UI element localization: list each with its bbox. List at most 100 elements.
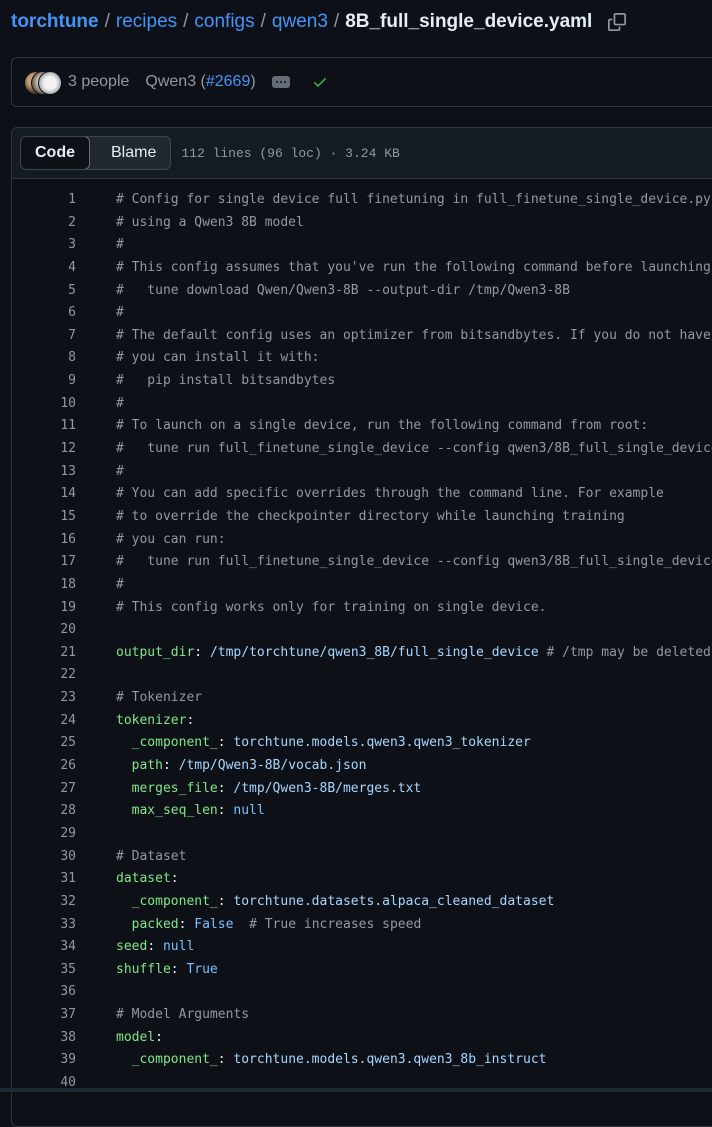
- code-line: 8# you can install it with:: [12, 347, 712, 370]
- line-number[interactable]: 24: [12, 710, 116, 733]
- line-content: # pip install bitsandbytes: [116, 370, 335, 393]
- line-content: # tune download Qwen/Qwen3-8B --output-d…: [116, 280, 570, 303]
- breadcrumb-qwen3-link[interactable]: qwen3: [272, 11, 328, 33]
- code-line: 19# This config works only for training …: [12, 597, 712, 620]
- line-number[interactable]: 35: [12, 959, 116, 982]
- contributor-avatars[interactable]: [24, 70, 60, 94]
- line-number[interactable]: 34: [12, 936, 116, 959]
- line-number[interactable]: 4: [12, 257, 116, 280]
- line-content: packed: False # True increases speed: [116, 914, 421, 937]
- line-number[interactable]: 9: [12, 370, 116, 393]
- line-number[interactable]: 31: [12, 868, 116, 891]
- line-number[interactable]: 23: [12, 687, 116, 710]
- line-number[interactable]: 6: [12, 302, 116, 325]
- line-number[interactable]: 14: [12, 483, 116, 506]
- code-token: :: [147, 939, 163, 954]
- line-content: _component_: torchtune.datasets.alpaca_c…: [116, 891, 554, 914]
- code-token: :: [218, 803, 234, 818]
- line-number[interactable]: 22: [12, 664, 116, 687]
- line-number[interactable]: 32: [12, 891, 116, 914]
- code-line: 24tokenizer:: [12, 710, 712, 733]
- expand-commit-button[interactable]: [272, 76, 290, 88]
- line-content: #: [116, 393, 124, 416]
- code-line: 35shuffle: True: [12, 959, 712, 982]
- line-number[interactable]: 36: [12, 981, 116, 1004]
- line-content: model:: [116, 1027, 163, 1050]
- check-status-icon[interactable]: [312, 74, 328, 90]
- line-number[interactable]: 26: [12, 755, 116, 778]
- code-token: [116, 1052, 132, 1067]
- code-token: True: [186, 962, 217, 977]
- line-number[interactable]: 33: [12, 914, 116, 937]
- code-line: 20: [12, 619, 712, 642]
- code-token: :: [155, 1030, 163, 1045]
- line-number[interactable]: 5: [12, 280, 116, 303]
- line-content: # you can install it with:: [116, 347, 320, 370]
- code-token: path: [132, 758, 163, 773]
- line-number[interactable]: 29: [12, 823, 116, 846]
- line-number[interactable]: 13: [12, 461, 116, 484]
- line-content: # Tokenizer: [116, 687, 202, 710]
- line-number[interactable]: 20: [12, 619, 116, 642]
- line-number[interactable]: 37: [12, 1004, 116, 1027]
- breadcrumb-recipes-link[interactable]: recipes: [116, 11, 177, 33]
- line-number[interactable]: 10: [12, 393, 116, 416]
- line-number[interactable]: 12: [12, 438, 116, 461]
- line-number[interactable]: 39: [12, 1049, 116, 1072]
- line-number[interactable]: 2: [12, 212, 116, 235]
- code-view[interactable]: 1# Config for single device full finetun…: [12, 179, 712, 1095]
- line-number[interactable]: 1: [12, 189, 116, 212]
- pull-request-link[interactable]: #2669: [206, 73, 251, 90]
- line-number[interactable]: 8: [12, 347, 116, 370]
- dot-icon: [280, 81, 282, 83]
- code-line: 30# Dataset: [12, 846, 712, 869]
- copy-path-button[interactable]: [608, 13, 626, 31]
- line-number[interactable]: 27: [12, 778, 116, 801]
- code-token: # tune download Qwen/Qwen3-8B --output-d…: [116, 283, 570, 298]
- code-line: 34seed: null: [12, 936, 712, 959]
- line-number[interactable]: 25: [12, 732, 116, 755]
- line-number[interactable]: 18: [12, 574, 116, 597]
- tab-blame[interactable]: Blame: [89, 137, 170, 169]
- line-content: _component_: torchtune.models.qwen3.qwen…: [116, 732, 531, 755]
- code-line: 32 _component_: torchtune.datasets.alpac…: [12, 891, 712, 914]
- line-number[interactable]: 11: [12, 415, 116, 438]
- breadcrumb-configs-link[interactable]: configs: [194, 11, 254, 33]
- breadcrumb-repo-link[interactable]: torchtune: [11, 11, 99, 33]
- line-number[interactable]: 16: [12, 529, 116, 552]
- contributors-count[interactable]: 3 people: [68, 73, 129, 91]
- code-token: :: [171, 871, 179, 886]
- code-token: [116, 735, 132, 750]
- file-header: Code Blame 112 lines (96 loc) · 3.24 KB: [12, 128, 712, 179]
- line-number[interactable]: 3: [12, 234, 116, 257]
- line-number[interactable]: 21: [12, 642, 116, 665]
- line-number[interactable]: 15: [12, 506, 116, 529]
- code-line: 10#: [12, 393, 712, 416]
- code-line: 31dataset:: [12, 868, 712, 891]
- code-line: 26 path: /tmp/Qwen3-8B/vocab.json: [12, 755, 712, 778]
- line-number[interactable]: 17: [12, 551, 116, 574]
- code-token: /tmp/Qwen3-8B/vocab.json: [179, 758, 367, 773]
- code-line: 25 _component_: torchtune.models.qwen3.q…: [12, 732, 712, 755]
- line-number[interactable]: 19: [12, 597, 116, 620]
- line-content: merges_file: /tmp/Qwen3-8B/merges.txt: [116, 778, 421, 801]
- line-number[interactable]: 7: [12, 325, 116, 348]
- line-content: path: /tmp/Qwen3-8B/vocab.json: [116, 755, 366, 778]
- code-token: _component_: [132, 1052, 218, 1067]
- line-number[interactable]: 30: [12, 846, 116, 869]
- code-token: packed: [132, 917, 179, 932]
- taskbar-strip: [0, 1088, 712, 1092]
- line-content: #: [116, 302, 124, 325]
- line-number[interactable]: 38: [12, 1027, 116, 1050]
- file-info: 112 lines (96 loc) · 3.24 KB: [181, 146, 399, 161]
- code-line: 13#: [12, 461, 712, 484]
- line-number[interactable]: 28: [12, 800, 116, 823]
- code-line: 27 merges_file: /tmp/Qwen3-8B/merges.txt: [12, 778, 712, 801]
- tab-code[interactable]: Code: [20, 136, 90, 170]
- code-token: [116, 803, 132, 818]
- copy-icon: [608, 13, 626, 31]
- code-line: 7# The default config uses an optimizer …: [12, 325, 712, 348]
- code-token: # The default config uses an optimizer f…: [116, 328, 712, 343]
- breadcrumb-separator: /: [105, 11, 110, 33]
- line-content: # tune run full_finetune_single_device -…: [116, 551, 712, 574]
